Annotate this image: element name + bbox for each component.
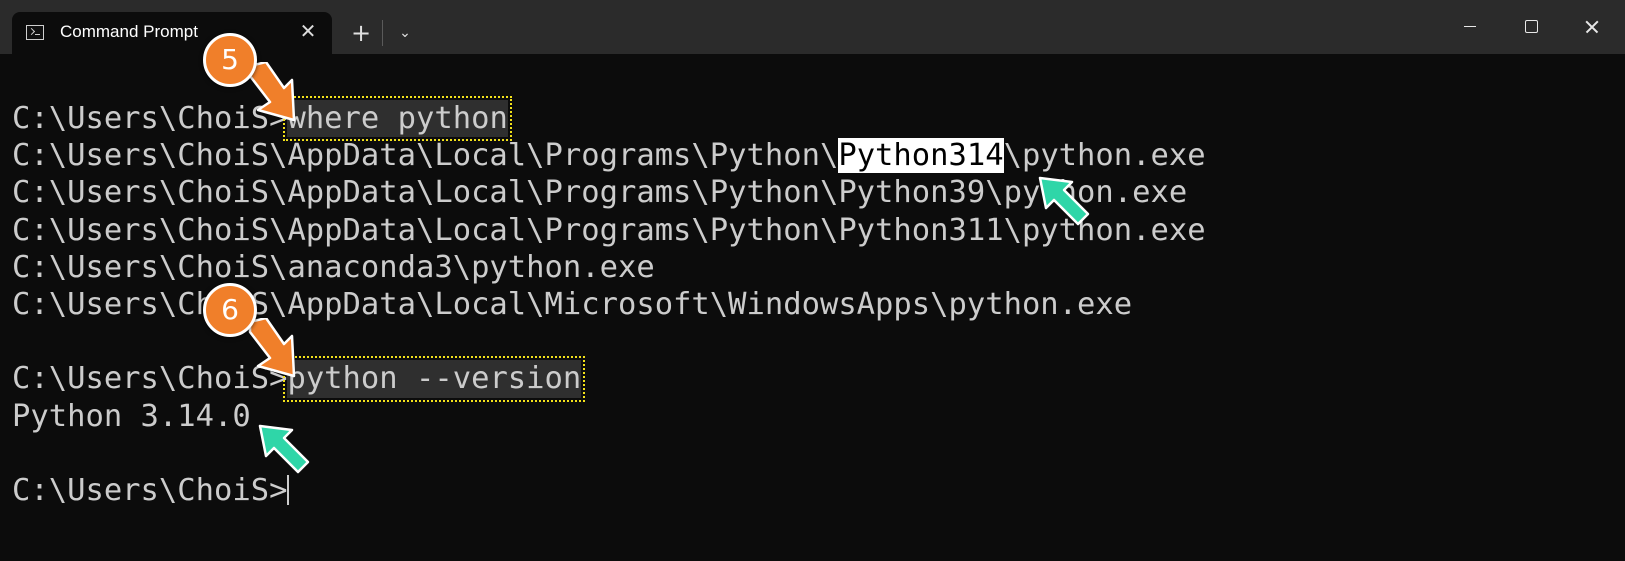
- path-text: \python.exe: [1003, 138, 1206, 174]
- teal-pointer-arrow-icon: [258, 424, 310, 474]
- tab-close-button[interactable]: ✕: [296, 19, 320, 43]
- chevron-down-icon: ⌄: [399, 25, 411, 41]
- new-tab-button[interactable]: +: [346, 18, 376, 48]
- terminal-line[interactable]: C:\Users\ChoiS>: [12, 472, 1612, 509]
- terminal-line: C:\Users\ChoiS\AppData\Local\Programs\Py…: [12, 212, 1206, 248]
- minimize-button[interactable]: [1447, 8, 1493, 44]
- orange-arrow-icon: [248, 318, 296, 378]
- teal-pointer-arrow-icon: [1038, 176, 1090, 226]
- close-window-button[interactable]: [1568, 8, 1614, 44]
- terminal-line: C:\Users\ChoiS\AppData\Local\Programs\Py…: [12, 175, 1188, 211]
- terminal-line: Python 3.14.0: [12, 398, 251, 434]
- text-cursor: [287, 474, 290, 505]
- step-badge: 6: [203, 283, 257, 337]
- prompt: C:\Users\ChoiS>: [12, 472, 288, 508]
- step-badge: 5: [203, 33, 257, 87]
- command-where-python: where python: [283, 95, 512, 142]
- terminal-icon: [26, 25, 44, 40]
- path-text: C:\Users\ChoiS\AppData\Local\Programs\Py…: [12, 138, 839, 174]
- maximize-button[interactable]: [1508, 8, 1554, 44]
- tab-title: Command Prompt: [60, 22, 198, 41]
- tab-divider: [382, 20, 383, 46]
- terminal-line: C:\Users\ChoiS\AppData\Local\Programs\Py…: [12, 137, 1612, 174]
- terminal-line: C:\Users\ChoiS\anaconda3\python.exe: [12, 249, 655, 285]
- tab-command-prompt[interactable]: Command Prompt ✕: [12, 12, 332, 54]
- highlighted-version-folder: Python314: [838, 138, 1004, 174]
- command-python-version: python --version: [283, 356, 586, 402]
- tab-dropdown-button[interactable]: ⌄: [392, 18, 418, 48]
